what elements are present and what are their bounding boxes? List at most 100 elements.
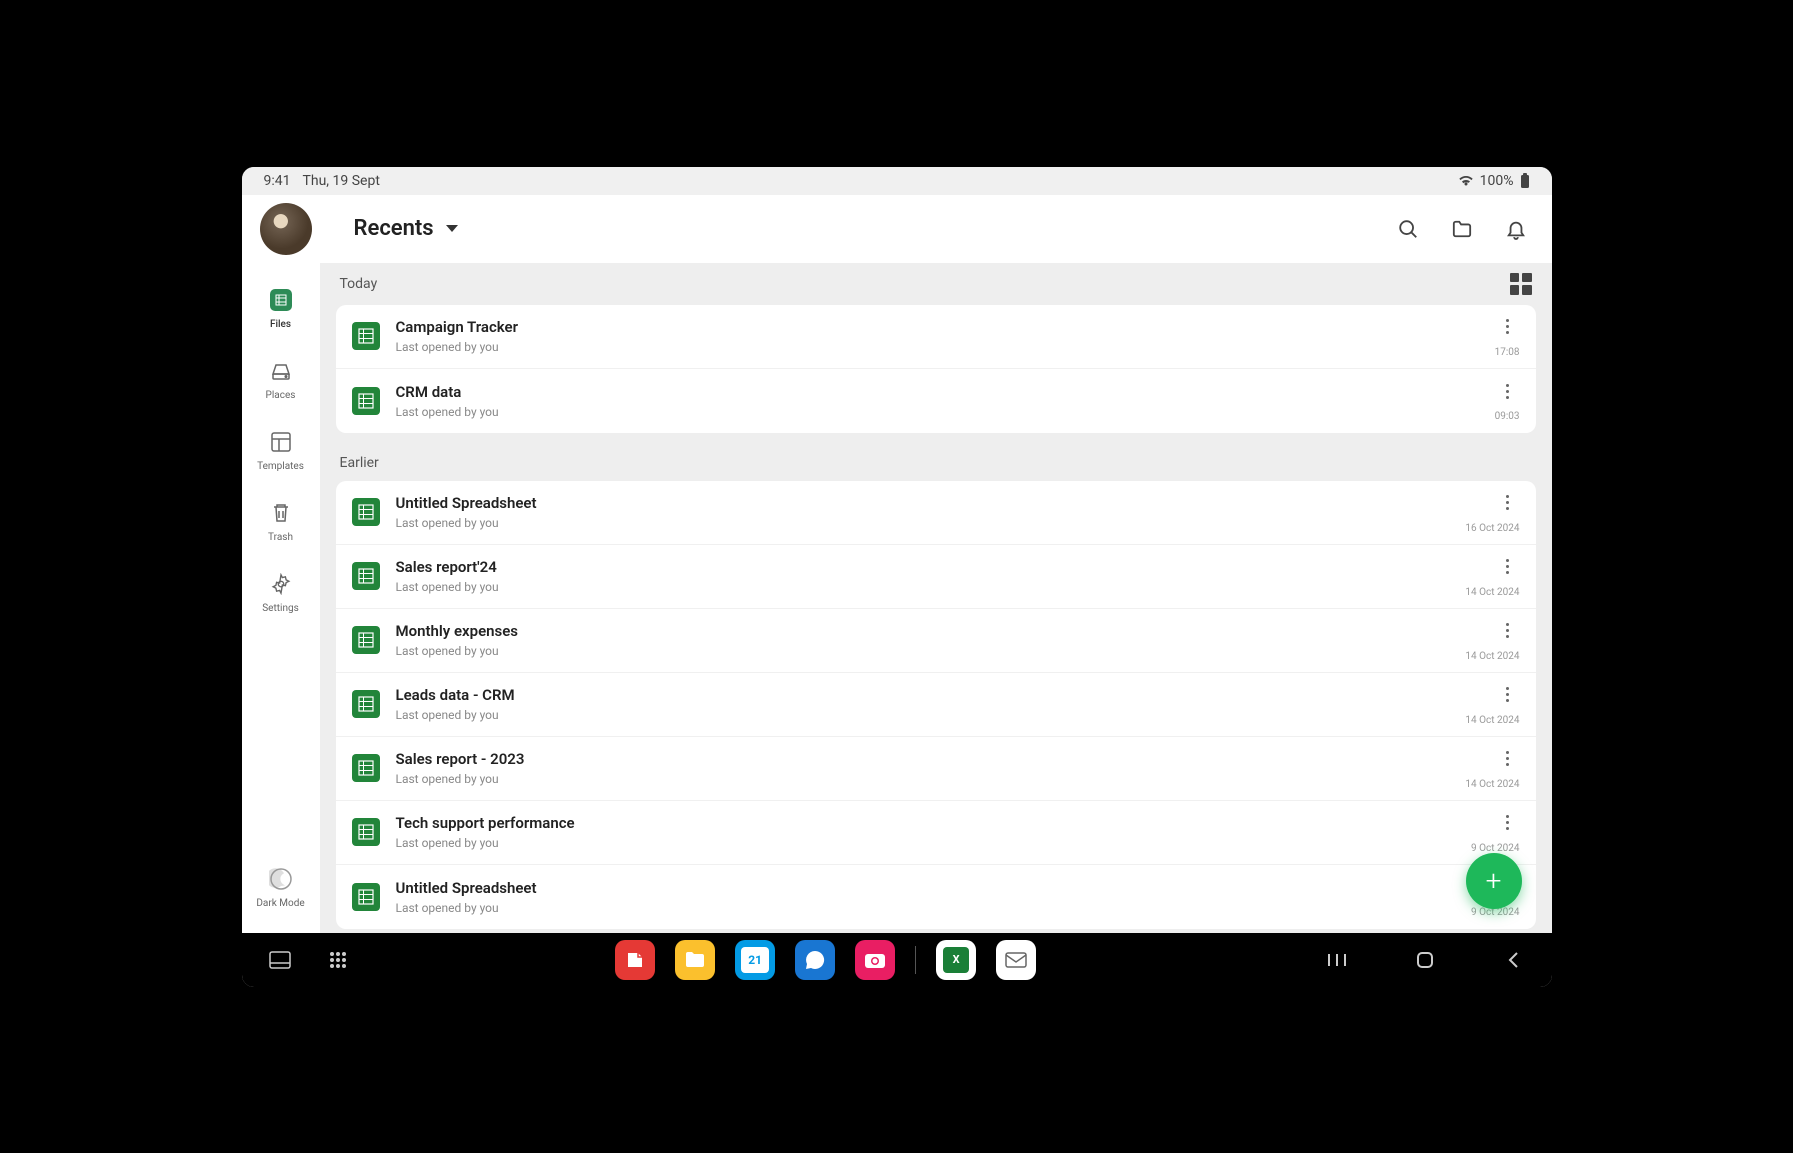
file-subtitle: Last opened by you (396, 516, 1466, 530)
file-title: Untitled Spreadsheet (396, 494, 1466, 512)
file-title: Sales report'24 (396, 558, 1466, 576)
more-options-button[interactable] (1496, 811, 1520, 835)
more-options-button[interactable] (1496, 683, 1520, 707)
section-title: Earlier (340, 455, 379, 471)
sidebar-item-label: Places (266, 390, 296, 401)
file-row[interactable]: Sales report'24Last opened by you14 Oct … (336, 545, 1536, 609)
file-row[interactable]: Untitled Spreadsheet Last opened by you16… (336, 481, 1536, 545)
file-row[interactable]: Campaign TrackerLast opened by you17:08 (336, 305, 1536, 369)
drive-icon (266, 356, 296, 386)
body: Files Places Templates (242, 263, 1552, 933)
more-options-button[interactable] (1496, 747, 1520, 771)
avatar[interactable] (260, 203, 312, 255)
file-row[interactable]: Tech support performance Last opened by y… (336, 801, 1536, 865)
sidebar-item-label: Trash (268, 532, 293, 543)
more-options-button[interactable] (1496, 555, 1520, 579)
gear-icon (266, 569, 296, 599)
file-date: 16 Oct 2024 (1465, 523, 1519, 534)
more-options-button[interactable] (1496, 491, 1520, 515)
file-date: 14 Oct 2024 (1465, 651, 1519, 662)
dock-app-1[interactable] (615, 940, 655, 980)
file-subtitle: Last opened by you (396, 901, 1472, 915)
sidebar-item-places[interactable]: Places (251, 352, 311, 405)
file-row[interactable]: Sales report - 2023Last opened by you14 … (336, 737, 1536, 801)
moon-icon (266, 864, 296, 894)
sidebar-item-files[interactable]: Files (251, 281, 311, 334)
trash-icon (266, 498, 296, 528)
sidebar-item-darkmode[interactable]: Dark Mode (251, 860, 311, 913)
grid-view-toggle[interactable] (1510, 273, 1532, 295)
apps-grid-icon[interactable] (324, 946, 352, 974)
calendar-day: 21 (741, 947, 769, 973)
home-nav-button[interactable] (1411, 946, 1439, 974)
file-title: Sales report - 2023 (396, 750, 1466, 768)
file-date: 9 Oct 2024 (1471, 843, 1519, 854)
more-options-button[interactable] (1496, 379, 1520, 403)
spreadsheet-file-icon (352, 562, 380, 590)
wifi-icon (1458, 175, 1474, 187)
file-row[interactable]: Monthly expensesLast opened by you14 Oct… (336, 609, 1536, 673)
file-list: Campaign TrackerLast opened by you17:08C… (336, 305, 1536, 433)
sidebar-item-trash[interactable]: Trash (251, 494, 311, 547)
file-date: 14 Oct 2024 (1465, 715, 1519, 726)
templates-icon (266, 427, 296, 457)
file-date: 17:08 (1495, 347, 1520, 358)
sidebar: Files Places Templates (242, 263, 320, 933)
sidebar-item-label: Settings (262, 603, 299, 614)
battery-percent: 100% (1480, 173, 1514, 189)
spreadsheet-file-icon (352, 387, 380, 415)
file-title: Campaign Tracker (396, 318, 1495, 336)
content-area[interactable]: TodayCampaign TrackerLast opened by you1… (320, 263, 1552, 933)
file-subtitle: Last opened by you (396, 708, 1466, 722)
file-row[interactable]: Untitled SpreadsheetLast opened by you9 … (336, 865, 1536, 929)
plus-icon: + (1486, 864, 1502, 897)
folder-button[interactable] (1444, 211, 1480, 247)
file-title: CRM data (396, 383, 1495, 401)
spreadsheet-file-icon (352, 883, 380, 911)
spreadsheet-file-icon (352, 498, 380, 526)
dock-app-mail[interactable] (996, 940, 1036, 980)
sidebar-item-templates[interactable]: Templates (251, 423, 311, 476)
status-date: Thu, 19 Sept (303, 173, 380, 189)
file-title: Leads data - CRM (396, 686, 1466, 704)
file-row[interactable]: Leads data - CRM Last opened by you14 Oct… (336, 673, 1536, 737)
page-title: Recents (354, 216, 434, 241)
spreadsheet-file-icon (352, 322, 380, 350)
top-bar: Recents (242, 195, 1552, 263)
file-subtitle: Last opened by you (396, 644, 1466, 658)
spreadsheet-file-icon (352, 818, 380, 846)
file-title: Tech support performance (396, 814, 1472, 832)
more-options-button[interactable] (1496, 619, 1520, 643)
file-subtitle: Last opened by you (396, 772, 1466, 786)
view-selector[interactable]: Recents (354, 216, 458, 241)
file-date: 09:03 (1495, 411, 1520, 422)
dock-app-sheets[interactable]: X (936, 940, 976, 980)
dock-toggle-icon[interactable] (266, 946, 294, 974)
dock-app-camera[interactable] (855, 940, 895, 980)
back-nav-button[interactable] (1499, 946, 1527, 974)
chevron-down-icon (446, 225, 458, 232)
dock-app-messages[interactable] (795, 940, 835, 980)
more-options-button[interactable] (1496, 315, 1520, 339)
sidebar-item-settings[interactable]: Settings (251, 565, 311, 618)
file-date: 9 Oct 2024 (1471, 907, 1519, 918)
status-time: 9:41 (264, 173, 291, 189)
tablet-frame: 9:41 Thu, 19 Sept 100% (212, 137, 1582, 1017)
dock-app-calendar[interactable]: 21 (735, 940, 775, 980)
dock-app-files[interactable] (675, 940, 715, 980)
add-button[interactable]: + (1466, 853, 1522, 909)
recents-nav-button[interactable] (1323, 946, 1351, 974)
file-list: Untitled SpreadsheetLast opened by you16… (336, 481, 1536, 929)
battery-icon (1520, 173, 1530, 189)
sidebar-item-label: Dark Mode (256, 898, 304, 909)
section-header: Earlier (320, 445, 1552, 481)
file-row[interactable]: CRM data Last opened by you09:03 (336, 369, 1536, 433)
file-subtitle: Last opened by you (396, 580, 1466, 594)
notifications-button[interactable] (1498, 211, 1534, 247)
file-subtitle: Last opened by you (396, 405, 1495, 419)
file-subtitle: Last opened by you (396, 836, 1472, 850)
screen: 9:41 Thu, 19 Sept 100% (242, 167, 1552, 987)
search-button[interactable] (1390, 211, 1426, 247)
app-container: Recents (242, 195, 1552, 933)
sidebar-item-label: Files (270, 319, 291, 330)
